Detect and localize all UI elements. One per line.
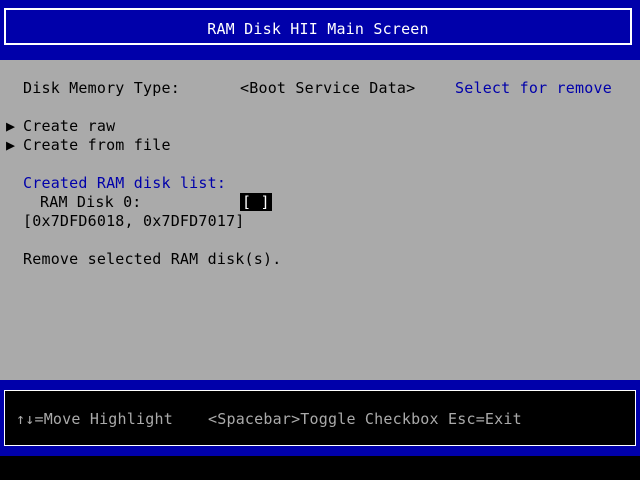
disk-memory-type-select[interactable]: <Boot Service Data> xyxy=(240,79,415,97)
bottom-strip xyxy=(0,456,640,480)
ram-disk-0-label: RAM Disk 0: xyxy=(40,193,142,211)
ram-disk-list-heading: Created RAM disk list: xyxy=(23,174,227,192)
create-raw-link[interactable]: Create raw xyxy=(23,117,115,135)
move-highlight-hint: ↑↓=Move Highlight xyxy=(16,410,173,428)
create-from-file-link[interactable]: Create from file xyxy=(23,136,171,154)
disk-memory-type-label: Disk Memory Type: xyxy=(23,79,180,97)
help-text: Select for remove xyxy=(455,79,612,97)
main-form: Disk Memory Type: <Boot Service Data> Se… xyxy=(0,60,640,380)
remove-selected-button[interactable]: Remove selected RAM disk(s). xyxy=(23,250,281,268)
toggle-exit-hint: <Spacebar>Toggle Checkbox Esc=Exit xyxy=(208,410,522,428)
submenu-arrow-icon: ▶ xyxy=(6,136,16,154)
page-title: RAM Disk HII Main Screen xyxy=(207,20,429,38)
submenu-arrow-icon: ▶ xyxy=(6,117,16,135)
footer-frame: ↑↓=Move Highlight <Spacebar>Toggle Check… xyxy=(4,390,636,446)
footer-bar: ↑↓=Move Highlight <Spacebar>Toggle Check… xyxy=(0,380,640,456)
ram-disk-0-address: [0x7DFD6018, 0x7DFD7017] xyxy=(23,212,245,230)
title-bar: RAM Disk HII Main Screen xyxy=(0,0,640,60)
ram-disk-0-checkbox[interactable]: [ ] xyxy=(240,193,272,211)
title-frame: RAM Disk HII Main Screen xyxy=(4,8,632,45)
